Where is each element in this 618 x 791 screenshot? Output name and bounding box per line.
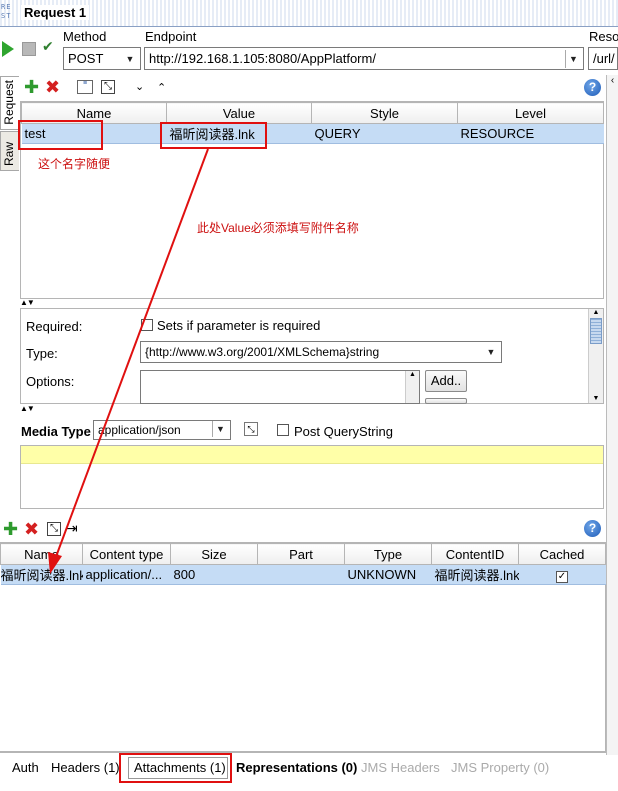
tab-jms-property[interactable]: JMS Property (0) — [451, 760, 549, 775]
tab-representations[interactable]: Representations (0) — [236, 760, 357, 775]
tab-headers[interactable]: Headers (1) — [51, 760, 120, 775]
tab-auth[interactable]: Auth — [12, 760, 39, 775]
tab-jms-headers[interactable]: JMS Headers — [361, 760, 440, 775]
bottom-tabs-divider — [0, 752, 606, 753]
annotation-arrow — [48, 148, 209, 574]
attachments-highlight-box — [119, 753, 232, 783]
